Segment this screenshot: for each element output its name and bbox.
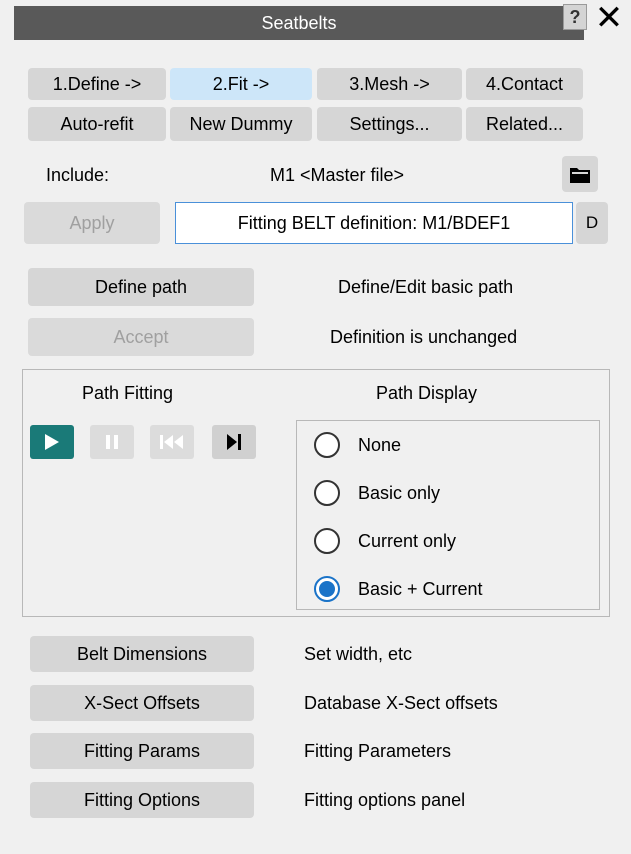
tab-fit[interactable]: 2.Fit -> <box>170 68 312 100</box>
belt-dimensions-description: Set width, etc <box>304 643 413 664</box>
include-value: M1 <Master file> <box>270 164 405 185</box>
tab-mesh[interactable]: 3.Mesh -> <box>317 68 462 100</box>
help-button[interactable]: ? <box>563 4 587 30</box>
folder-button[interactable] <box>562 156 598 192</box>
rewind-button[interactable] <box>150 425 194 459</box>
radio-button[interactable] <box>314 480 340 506</box>
fitting-params-button[interactable]: Fitting Params <box>30 733 254 769</box>
skip-back-icon <box>160 435 183 449</box>
x-sect-offsets-button[interactable]: X-Sect Offsets <box>30 685 254 721</box>
pause-icon <box>106 435 118 449</box>
accept-button[interactable]: Accept <box>28 318 254 356</box>
fitting-options-description: Fitting options panel <box>304 789 466 810</box>
define-path-button[interactable]: Define path <box>28 268 254 306</box>
new-dummy-button[interactable]: New Dummy <box>170 107 312 141</box>
window-title: Seatbelts <box>261 12 337 33</box>
radio-basic-current[interactable]: Basic + Current <box>314 573 483 605</box>
radio-label: Basic + Current <box>358 578 483 599</box>
tab-define[interactable]: 1.Define -> <box>28 68 166 100</box>
play-icon <box>45 434 59 450</box>
radio-button[interactable] <box>314 432 340 458</box>
play-button[interactable] <box>30 425 74 459</box>
radio-button-selected[interactable] <box>314 576 340 602</box>
path-display-title: Path Display <box>376 382 478 403</box>
radio-label: Basic only <box>358 482 441 503</box>
window-titlebar: Seatbelts <box>14 6 584 40</box>
x-sect-offsets-description: Database X-Sect offsets <box>304 692 498 713</box>
pause-button[interactable] <box>90 425 134 459</box>
radio-label: Current only <box>358 530 457 551</box>
fitting-params-description: Fitting Parameters <box>304 740 452 761</box>
folder-icon <box>570 168 590 183</box>
step-forward-icon <box>227 434 241 450</box>
auto-refit-button[interactable]: Auto-refit <box>28 107 166 141</box>
apply-button[interactable]: Apply <box>24 202 160 244</box>
radio-button[interactable] <box>314 528 340 554</box>
related-button[interactable]: Related... <box>466 107 583 141</box>
path-fitting-title: Path Fitting <box>82 382 174 403</box>
tab-contact[interactable]: 4.Contact <box>466 68 583 100</box>
include-label: Include: <box>46 164 110 185</box>
define-path-description: Define/Edit basic path <box>338 276 514 297</box>
radio-basic-only[interactable]: Basic only <box>314 477 440 509</box>
radio-label: None <box>358 434 402 455</box>
settings-button[interactable]: Settings... <box>317 107 462 141</box>
belt-definition-field[interactable]: Fitting BELT definition: M1/BDEF1 <box>175 202 573 244</box>
d-button[interactable]: D <box>576 202 608 244</box>
close-icon[interactable]: ✕ <box>590 0 628 37</box>
belt-dimensions-button[interactable]: Belt Dimensions <box>30 636 254 672</box>
accept-description: Definition is unchanged <box>330 326 518 347</box>
step-forward-button[interactable] <box>212 425 256 459</box>
radio-current-only[interactable]: Current only <box>314 525 456 557</box>
fitting-options-button[interactable]: Fitting Options <box>30 782 254 818</box>
radio-none[interactable]: None <box>314 429 401 461</box>
